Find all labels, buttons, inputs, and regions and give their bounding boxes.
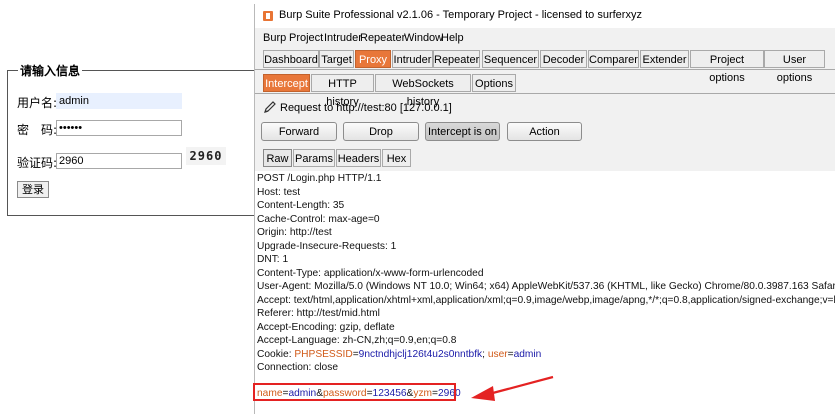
username-input[interactable]: admin xyxy=(56,93,182,109)
login-form-panel: 请输入信息 用户名: admin 密 码: •••••• 验证码: 2960 2… xyxy=(0,0,270,414)
menu-window[interactable]: Window xyxy=(404,32,443,44)
tab-target[interactable]: Target xyxy=(319,50,354,68)
menu-intruder[interactable]: Intruder xyxy=(324,32,362,44)
header-line: Origin: http://test xyxy=(257,227,332,238)
forward-button[interactable]: Forward xyxy=(261,122,337,141)
cookie-key: PHPSESSID xyxy=(294,348,353,360)
tab-decoder[interactable]: Decoder xyxy=(540,50,587,68)
intercept-toolbar: Forward Drop Intercept is on Action xyxy=(255,122,835,142)
header-line: DNT: 1 xyxy=(257,254,289,265)
tab-sequencer[interactable]: Sequencer xyxy=(482,50,539,68)
username-label: 用户名: xyxy=(17,96,58,110)
window-title: Burp Suite Professional v2.1.06 - Tempor… xyxy=(279,9,642,21)
form-legend: 请输入信息 xyxy=(18,62,83,79)
title-bar: Burp Suite Professional v2.1.06 - Tempor… xyxy=(255,4,835,28)
tab-http-history[interactable]: HTTP history xyxy=(311,74,374,108)
cookie-value: admin xyxy=(513,348,542,360)
tab-params[interactable]: Params xyxy=(293,149,335,167)
header-line: Referer: http://test/mid.html xyxy=(257,308,380,319)
header-line: Accept-Language: zh-CN,zh;q=0.9,en;q=0.8 xyxy=(257,335,457,346)
header-line: Accept-Encoding: gzip, deflate xyxy=(257,321,395,333)
raw-request-editor[interactable]: POST /Login.php HTTP/1.1 Host: test Cont… xyxy=(253,171,835,414)
password-input[interactable]: •••••• xyxy=(56,120,182,136)
tab-dashboard[interactable]: Dashboard xyxy=(263,50,319,68)
menu-project[interactable]: Project xyxy=(289,32,323,44)
cookie-key: user xyxy=(487,348,508,360)
login-button[interactable]: 登录 xyxy=(17,181,49,198)
tab-headers[interactable]: Headers xyxy=(336,149,381,167)
menu-repeater[interactable]: Repeater xyxy=(360,32,405,44)
tab-user-options[interactable]: User options xyxy=(764,50,825,84)
header-line: Content-Length: 35 xyxy=(257,200,345,211)
tab-extender[interactable]: Extender xyxy=(640,50,689,68)
annotation-arrow-icon xyxy=(471,375,554,401)
menu-bar: Burp Project Intruder Repeater Window He… xyxy=(255,28,835,48)
menu-help[interactable]: Help xyxy=(441,32,464,44)
burp-window: Burp Suite Professional v2.1.06 - Tempor… xyxy=(253,4,835,414)
header-line: Accept: text/html,application/xhtml+xml,… xyxy=(257,294,835,306)
tab-intruder[interactable]: Intruder xyxy=(392,50,433,68)
header-line: Cache-Control: max-age=0 xyxy=(257,213,380,225)
tab-websockets-history[interactable]: WebSockets history xyxy=(375,74,471,108)
password-row: 密 码: xyxy=(17,121,57,138)
request-target-label: Request to http://test:80 [127.0.0.1] xyxy=(280,102,452,114)
tab-comparer[interactable]: Comparer xyxy=(588,50,639,68)
burp-app-icon xyxy=(263,11,273,21)
header-line: Content-Type: application/x-www-form-url… xyxy=(257,267,484,279)
main-tab-divider xyxy=(255,69,835,70)
cookie-value: 9nctndhjclj126t4u2s0nntbfk xyxy=(358,348,483,360)
proxy-tab-bar: Intercept HTTP history WebSockets histor… xyxy=(255,74,835,108)
tab-project-options[interactable]: Project options xyxy=(690,50,764,84)
intercept-toggle-button[interactable]: Intercept is on xyxy=(425,122,500,141)
main-tab-bar: Dashboard Target Proxy Intruder Repeater… xyxy=(255,50,835,84)
tab-options[interactable]: Options xyxy=(472,74,516,92)
cookie-prefix: Cookie: xyxy=(257,348,295,360)
cookie-line: Cookie: PHPSESSID=9nctndhjclj126t4u2s0nn… xyxy=(257,348,542,360)
request-info-row: Request to http://test:80 [127.0.0.1] xyxy=(255,98,835,116)
tab-raw[interactable]: Raw xyxy=(263,149,292,167)
tab-repeater[interactable]: Repeater xyxy=(433,50,480,68)
view-tab-bar: Raw Params Headers Hex xyxy=(255,149,835,170)
password-label: 密 码: xyxy=(17,123,58,137)
tab-proxy[interactable]: Proxy xyxy=(355,50,391,68)
captcha-label: 验证码: xyxy=(17,156,58,170)
header-line: User-Agent: Mozilla/5.0 (Windows NT 10.0… xyxy=(257,281,835,292)
proxy-tab-divider xyxy=(255,93,835,94)
menu-burp[interactable]: Burp xyxy=(263,32,286,44)
header-line: Connection: close xyxy=(257,362,338,373)
annotation-highlight-box xyxy=(253,383,456,401)
username-row: 用户名: xyxy=(17,94,57,111)
pencil-icon xyxy=(264,101,276,113)
tab-intercept[interactable]: Intercept xyxy=(263,74,310,92)
action-button[interactable]: Action xyxy=(507,122,582,141)
header-line: Host: test xyxy=(257,186,301,198)
request-line: POST /Login.php HTTP/1.1 xyxy=(257,173,382,184)
tab-hex[interactable]: Hex xyxy=(382,149,411,167)
captcha-image[interactable]: 2960 xyxy=(186,147,226,165)
captcha-input[interactable]: 2960 xyxy=(56,153,182,169)
captcha-row: 验证码: xyxy=(17,154,57,171)
header-line: Upgrade-Insecure-Requests: 1 xyxy=(257,240,397,252)
drop-button[interactable]: Drop xyxy=(343,122,419,141)
